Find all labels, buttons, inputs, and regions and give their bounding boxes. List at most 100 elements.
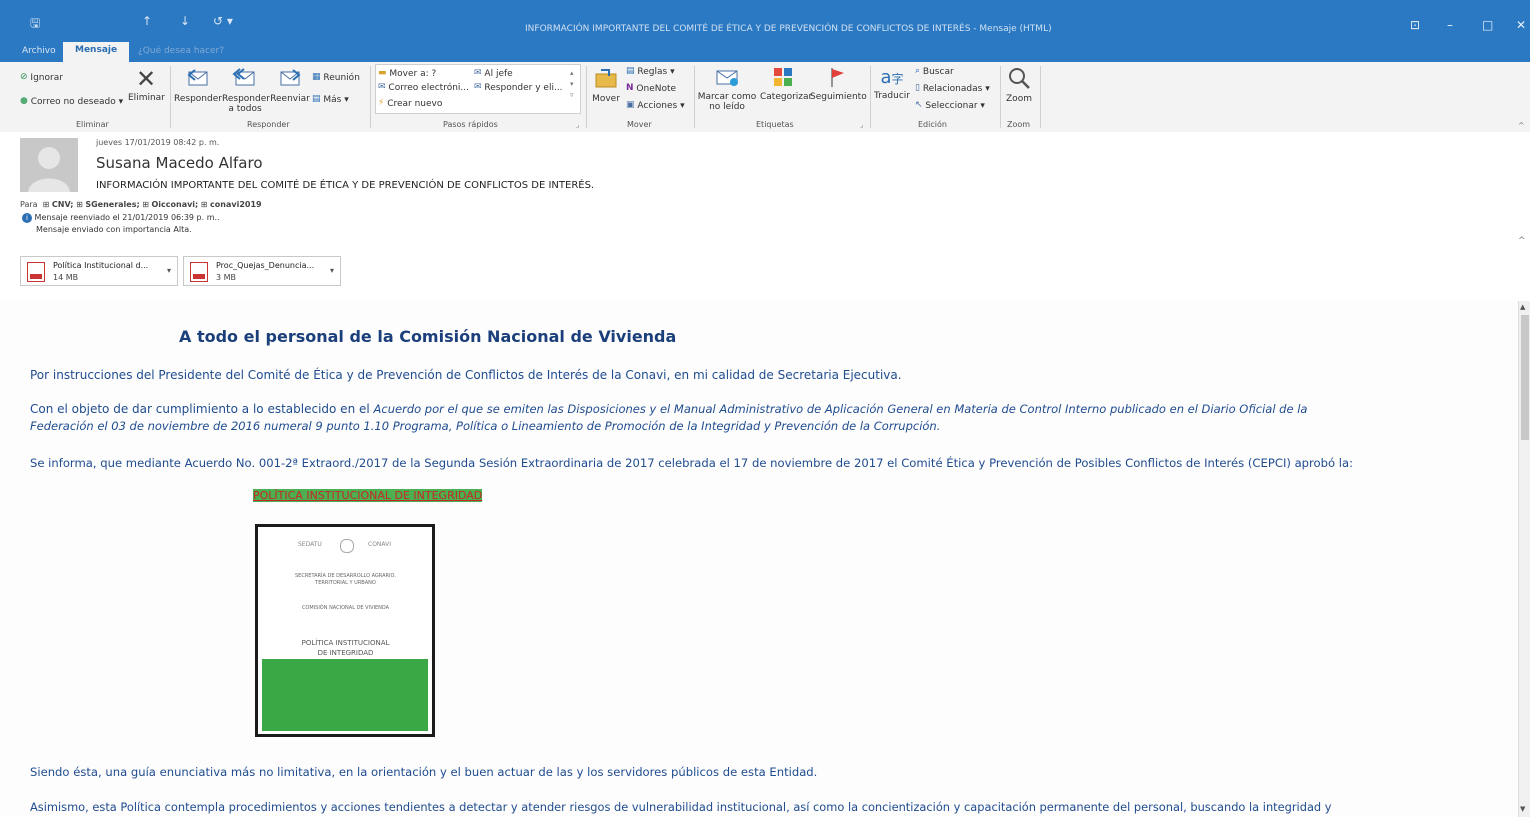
- cover-green-band: [262, 659, 428, 731]
- attachment-size: 14 MB: [53, 273, 79, 282]
- down-arrow-icon[interactable]: ↓: [180, 14, 190, 28]
- scroll-thumb[interactable]: [1521, 315, 1529, 440]
- forward-label: Reenviar: [270, 94, 310, 104]
- more-button[interactable]: ▤ Más ▾: [312, 94, 349, 106]
- delete-button[interactable]: ✕ Eliminar: [128, 66, 165, 104]
- quickstep-reply-delete[interactable]: ✉ Responder y eli...: [474, 82, 563, 94]
- ignore-icon: ⊘: [20, 72, 28, 82]
- save-icon[interactable]: 🖫: [30, 14, 40, 35]
- policy-link[interactable]: POLÍTICA INSTITUCIONAL DE INTEGRIDAD: [253, 489, 483, 502]
- find-label: Buscar: [922, 67, 954, 77]
- paragraph-italic: Acuerdo por el que se emiten las Disposi…: [373, 402, 1308, 416]
- find-button[interactable]: ⌕ Buscar: [915, 66, 954, 78]
- tab-mensaje[interactable]: Mensaje: [63, 42, 130, 62]
- related-button[interactable]: ▯ Relacionadas ▾: [915, 83, 990, 95]
- quickstep-move[interactable]: ▬ Mover a: ?: [378, 68, 436, 80]
- forward-button[interactable]: Reenviar: [270, 66, 310, 105]
- importance-info: Mensaje enviado con importancia Alta.: [36, 225, 192, 234]
- reply-all-button[interactable]: Responder a todos: [222, 66, 270, 114]
- scroll-up-icon[interactable]: ▲: [1520, 303, 1525, 311]
- mail-icon: ✉: [378, 82, 386, 92]
- reply-button[interactable]: Responder: [174, 66, 222, 105]
- categorize-button[interactable]: Categorizar: [760, 66, 812, 103]
- actions-button[interactable]: ▣ Acciones ▾: [626, 100, 685, 112]
- zoom-button[interactable]: Zoom: [1003, 66, 1035, 105]
- attachment-size: 3 MB: [216, 273, 237, 282]
- ribbon-display-icon[interactable]: ⊡: [1410, 18, 1420, 32]
- tab-archivo[interactable]: Archivo: [22, 46, 56, 56]
- minimize-button[interactable]: –: [1447, 18, 1453, 32]
- sender-name[interactable]: Susana Macedo Alfaro: [96, 154, 263, 172]
- tell-me-input[interactable]: ¿Qué desea hacer?: [138, 46, 224, 56]
- onenote-button[interactable]: N OneNote: [626, 83, 676, 95]
- scrollbar[interactable]: ▲ ▼: [1518, 301, 1530, 817]
- ignore-button[interactable]: ⊘ Ignorar: [20, 72, 63, 84]
- attachment[interactable]: Proc_Quejas_Denuncia... 3 MB ▾: [183, 256, 341, 286]
- quickstep-email[interactable]: ✉ Correo electróni...: [378, 82, 469, 94]
- expand-icon[interactable]: ⊞: [43, 200, 50, 209]
- lightning-icon: ⚡: [378, 98, 385, 108]
- expand-icon[interactable]: ⊞: [76, 200, 83, 209]
- move-folder-icon: [595, 69, 617, 88]
- categorize-icon: [774, 68, 792, 86]
- onenote-label: OneNote: [636, 84, 677, 94]
- expand-icon[interactable]: ⊞: [201, 200, 208, 209]
- mark-unread-button[interactable]: Marcar como no leído: [697, 66, 757, 112]
- expand-icon[interactable]: ⊞: [142, 200, 149, 209]
- chevron-down-icon[interactable]: ▾: [330, 266, 334, 275]
- move-button[interactable]: Mover: [590, 66, 622, 105]
- junk-icon: ●: [20, 96, 28, 106]
- message-body: A todo el personal de la Comisión Nacion…: [0, 301, 1518, 817]
- maximize-button[interactable]: □: [1482, 18, 1493, 32]
- translate-button[interactable]: a字 Traducir: [873, 66, 911, 102]
- undo-icon[interactable]: ↺ ▾: [213, 14, 233, 28]
- recipient[interactable]: conavi2019: [210, 200, 262, 209]
- meeting-label: Reunión: [323, 73, 360, 83]
- select-button[interactable]: ↖ Seleccionar ▾: [915, 100, 985, 112]
- paragraph: Se informa, que mediante Acuerdo No. 001…: [30, 456, 1354, 470]
- chevron-down-icon[interactable]: ▾: [167, 266, 171, 275]
- reply-all-icon: [232, 68, 255, 86]
- collapse-header-icon[interactable]: ^: [1518, 236, 1526, 246]
- attachment-name: Política Institucional d...: [53, 261, 149, 270]
- up-arrow-icon[interactable]: ↑: [142, 14, 152, 28]
- recipient[interactable]: Oicconavi;: [151, 200, 198, 209]
- quickstep-new[interactable]: ⚡ Crear nuevo: [378, 98, 442, 110]
- window-title: INFORMACIÓN IMPORTANTE DEL COMITÉ DE ÉTI…: [525, 24, 1052, 34]
- meeting-button[interactable]: ▦ Reunión: [312, 72, 360, 84]
- paragraph-italic: Federación el 03 de noviembre de 2016 nu…: [30, 419, 941, 433]
- mark-unread-label: Marcar como no leído: [697, 92, 757, 112]
- recipient[interactable]: SGenerales;: [85, 200, 139, 209]
- dialog-launcher-icon[interactable]: ⌟: [860, 120, 863, 131]
- rules-button[interactable]: ▤ Reglas ▾: [626, 66, 675, 78]
- pdf-icon: [190, 262, 208, 282]
- related-icon: ▯: [915, 83, 920, 93]
- attachment[interactable]: Política Institucional d... 14 MB ▾: [20, 256, 178, 286]
- recipient[interactable]: CNV;: [52, 200, 74, 209]
- quickstep-boss[interactable]: ✉ Al jefe: [474, 68, 513, 80]
- quickstep-email-label: Correo electróni...: [388, 83, 470, 93]
- cover-title-2: DE INTEGRIDAD: [317, 649, 374, 657]
- forward-icon: [280, 69, 301, 86]
- message-header: jueves 17/01/2019 08:42 p. m. Susana Mac…: [0, 132, 1530, 300]
- group-label-edicion: Edición: [918, 120, 947, 129]
- cover-comision: COMISIÓN NACIONAL DE VIVIENDA: [301, 605, 390, 611]
- close-button[interactable]: ✕: [1516, 18, 1526, 32]
- policy-cover-image[interactable]: SEDATU CONAVI SECRETARÍA DE DESARROLLO A…: [255, 524, 435, 737]
- follow-up-button[interactable]: Seguimiento: [810, 66, 867, 103]
- junk-button[interactable]: ● Correo no deseado ▾: [20, 96, 123, 108]
- paragraph: Siendo ésta, una guía enunciativa más no…: [30, 765, 818, 779]
- rules-label: Reglas: [637, 67, 668, 77]
- onenote-icon: N: [626, 83, 634, 93]
- cover-secretaria: SECRETARÍA DE DESARROLLO AGRARIO, TERRIT…: [295, 573, 396, 586]
- body-heading: A todo el personal de la Comisión Nacion…: [179, 327, 677, 346]
- delete-label: Eliminar: [128, 93, 165, 103]
- translate-label: Traducir: [874, 91, 910, 101]
- divider: [870, 66, 871, 128]
- dialog-launcher-icon[interactable]: ⌟: [576, 120, 579, 131]
- collapse-ribbon-icon[interactable]: ^: [1518, 120, 1525, 131]
- actions-icon: ▣: [626, 100, 635, 110]
- to-label: Para: [20, 200, 38, 209]
- quickstep-scroll[interactable]: ▴ ▾ ▿: [570, 68, 574, 101]
- scroll-down-icon[interactable]: ▼: [1520, 805, 1525, 813]
